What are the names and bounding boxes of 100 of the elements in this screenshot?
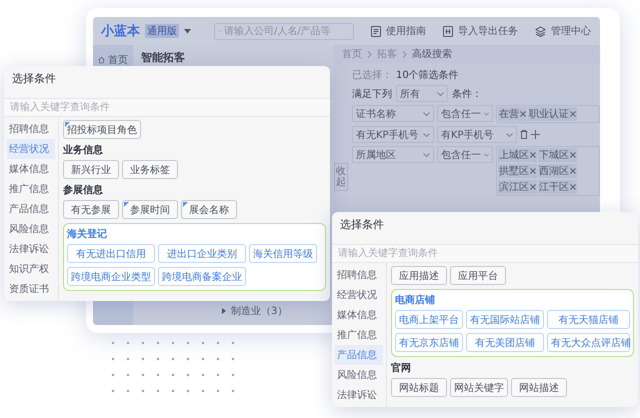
layers-icon[interactable] [535,26,546,36]
category-tab[interactable]: 经营状况 [7,139,55,159]
edition-badge: 通用版 [145,24,179,38]
home-icon [98,55,105,65]
section-title: 海关登记 [67,228,108,241]
section-title: 参展信息 [63,184,104,197]
category-tab[interactable]: 媒体信息 [335,305,383,325]
tag-field[interactable]: 上城区 下城区 拱墅区 西湖区 滨江区 江干区 [496,146,600,196]
category-tab[interactable]: 知识产权 [7,259,55,279]
condition-option[interactable]: 参展时间 [122,200,178,219]
condition-option[interactable]: 有无国际站店铺 [466,310,544,329]
close-icon[interactable] [530,152,536,158]
category-tab[interactable]: 媒体信息 [7,159,55,179]
category-tab[interactable]: 产品信息 [7,199,55,219]
category-tab[interactable]: 招聘信息 [335,265,383,285]
condition-option[interactable]: 有无京东店铺 [395,333,463,352]
category-tab[interactable]: 推广信息 [335,325,383,345]
header-link[interactable]: 使用指南 [386,24,426,38]
chevron-down-icon [437,92,444,96]
condition-option[interactable]: 电商上架平台 [395,310,463,329]
category-tab[interactable]: 产品信息 [335,345,383,365]
condition-option[interactable]: 有无进出口信用 [67,244,155,263]
condition-option[interactable]: 海关信用等级 [249,244,317,263]
close-icon[interactable] [530,168,536,174]
filter-tag: 滨江区 [498,180,537,194]
selected-count: 10个筛选条件 [396,68,459,82]
dialog-title: 选择条件 [339,217,385,233]
match-label: 满足下列 [352,88,392,100]
plus-icon[interactable] [531,130,540,139]
field-select[interactable]: 证书名称 [352,105,434,122]
home-nav-item[interactable]: 首页 [93,51,133,69]
condition-option[interactable]: 网站描述 [511,378,567,397]
filter-tag: 江干区 [538,180,577,194]
condition-option[interactable]: 进出口企业类别 [158,244,246,263]
close-icon[interactable] [520,111,526,117]
caret-icon[interactable] [184,28,191,34]
category-tab[interactable]: 资质证书 [7,279,55,299]
filter-tag: 上城区 [498,148,537,162]
field-select[interactable]: 所属地区 [352,146,434,163]
category-tab[interactable]: 经营状况 [335,285,383,305]
condition-option[interactable]: 应用描述 [391,266,447,285]
operator-select[interactable]: 包含任一 [437,146,493,163]
condition-option[interactable]: 应用平台 [450,266,506,285]
close-icon[interactable] [570,152,576,158]
category-tab[interactable]: 推广信息 [7,179,55,199]
header-link[interactable]: 管理中心 [551,24,591,38]
chevron-right-icon [402,50,407,58]
category-tab[interactable]: 风险信息 [335,365,383,385]
condition-option[interactable]: 招投标项目角色 [63,120,141,139]
chevron-down-icon [484,152,489,156]
condition-option[interactable]: 新兴行业 [63,160,119,179]
close-icon[interactable] [530,184,536,190]
section-title: 官网 [391,361,412,375]
close-icon[interactable] [570,168,576,174]
condition-option[interactable]: 业务标签 [122,160,178,179]
document-icon[interactable] [371,26,381,36]
filter-tag: 下城区 [538,148,577,162]
condition-option[interactable]: 网站关键字 [450,378,508,397]
tag-field[interactable]: 在营 职业认证 [496,105,600,123]
condition-option[interactable]: 有无美团店铺 [466,333,544,352]
condition-option[interactable]: 有无大众点评店铺 [547,333,630,352]
filter-tag: 职业认证 [528,107,577,121]
condition-option[interactable]: 有无天猫店铺 [547,310,630,329]
section-title: 电商店铺 [395,293,436,307]
selected-label: 已选择： [352,68,392,82]
chevron-down-icon [484,112,489,116]
condition-option[interactable]: 跨境电商企业类型 [67,267,155,286]
condition-option[interactable]: 网站标题 [391,378,447,397]
section-title: 业务信息 [63,144,104,157]
filter-tag: 拱墅区 [498,164,537,178]
logo: 小蓝本 [101,23,140,40]
filter-tag: 在营 [498,107,527,121]
condition-option[interactable]: 跨境电商备案企业 [158,267,246,286]
condition-label: 条件： [452,88,482,100]
condition-option[interactable]: 展会名称 [181,200,237,219]
filter-tag: 西湖区 [538,164,577,178]
category-tab[interactable]: 招聘信息 [7,119,55,139]
trash-icon[interactable] [520,130,528,139]
chevron-down-icon [423,152,430,156]
category-tab[interactable]: 风险信息 [7,219,55,239]
breadcrumb-link[interactable]: 高级搜索 [412,47,452,61]
dialog-title: 选择条件 [11,71,57,87]
chevron-down-icon [423,132,430,136]
category-tab[interactable]: 法律诉讼 [335,385,383,405]
chevron-down-icon [423,112,430,116]
operator-select[interactable]: 有KP手机号 [437,126,517,143]
match-select[interactable]: 所有 [396,85,448,102]
close-icon[interactable] [570,184,576,190]
close-icon[interactable] [570,111,576,117]
import-export-icon[interactable] [443,26,453,36]
condition-option[interactable]: 有无参展 [63,200,119,219]
collapse-tab[interactable]: 收起 [334,163,348,191]
page-title: 智能拓客 [141,50,186,65]
operator-select[interactable]: 包含任一 [437,105,493,122]
chevron-down-icon [506,132,513,136]
field-select[interactable]: 有无KP手机号 [352,126,434,143]
chevron-right-icon [367,50,372,58]
category-tab[interactable]: 法律诉讼 [7,239,55,259]
header-link[interactable]: 导入导出任务 [458,24,518,38]
tree-item[interactable]: 制造业（3） [221,304,326,318]
